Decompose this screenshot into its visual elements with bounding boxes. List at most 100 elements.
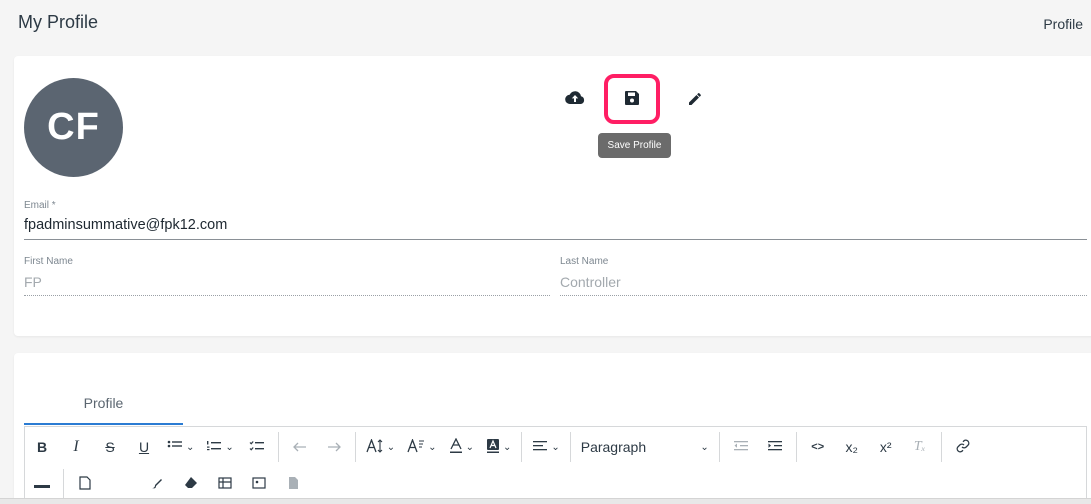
avatar-initials: CF — [47, 106, 100, 148]
undo-button[interactable] — [285, 433, 315, 461]
chevron-down-icon: ⌄ — [428, 441, 437, 453]
italic-icon: I — [73, 438, 79, 455]
window-bottom-bar — [0, 498, 1091, 504]
checklist-icon — [249, 439, 265, 455]
font-color-icon — [449, 437, 463, 457]
cloud-upload-icon — [565, 90, 585, 109]
horizontal-line-button[interactable] — [27, 470, 57, 498]
toolbar-row: B I S U ⌄ ⌄ ⌄ ⌄ ⌄ ⌄ ⌄ Paragraph ⌄ <> x₂ … — [25, 427, 1086, 467]
toolbar-divider — [354, 432, 356, 462]
draw-button[interactable] — [142, 470, 172, 498]
outdent-icon — [733, 439, 749, 455]
eraser-icon — [184, 476, 198, 493]
last-name-field[interactable]: Controller — [560, 274, 621, 290]
toolbar-row-2 — [25, 469, 1086, 499]
strikethrough-button[interactable]: S — [95, 433, 125, 461]
bullet-list-button[interactable]: ⌄ — [163, 433, 198, 461]
profile-card: CF Save Profile Email * fpadminsummative… — [14, 56, 1091, 336]
bullet-list-icon — [167, 439, 183, 455]
background-color-button[interactable]: ⌄ — [482, 433, 515, 461]
superscript-icon: x² — [879, 439, 892, 455]
clear-formatting-button[interactable]: Tₓ — [905, 433, 935, 461]
block-format-select[interactable]: Paragraph ⌄ — [575, 433, 715, 461]
floppy-disk-icon — [624, 90, 640, 109]
checklist-button[interactable] — [242, 433, 272, 461]
pencil-icon — [687, 91, 703, 110]
font-color-button[interactable]: ⌄ — [445, 433, 478, 461]
bold-button[interactable]: B — [27, 433, 57, 461]
upload-photo-button[interactable] — [564, 88, 586, 110]
toolbar-divider — [940, 432, 942, 462]
font-size-icon — [366, 437, 384, 456]
save-profile-tooltip: Save Profile — [598, 133, 671, 158]
email-underline — [24, 239, 1087, 240]
edit-profile-button[interactable] — [685, 90, 705, 110]
save-profile-button[interactable] — [604, 74, 660, 124]
italic-button[interactable]: I — [61, 433, 91, 461]
numbered-list-button[interactable]: ⌄ — [202, 433, 237, 461]
underline-button[interactable]: U — [129, 433, 159, 461]
underline-icon: U — [138, 439, 150, 455]
chevron-down-icon: ⌄ — [700, 441, 709, 453]
superscript-button[interactable]: x² — [871, 433, 901, 461]
image-icon — [252, 476, 266, 493]
email-label: Email * — [24, 200, 56, 211]
table-icon — [218, 476, 232, 493]
attachment-icon — [286, 476, 300, 493]
last-name-underline — [560, 295, 1087, 296]
toolbar-divider — [277, 432, 279, 462]
image-button[interactable] — [244, 470, 274, 498]
file-button[interactable] — [70, 470, 100, 498]
subscript-button[interactable]: x₂ — [837, 433, 867, 461]
page-title: My Profile — [18, 12, 99, 32]
toolbar-divider — [718, 432, 720, 462]
tab-profile[interactable]: Profile — [24, 383, 183, 425]
toolbar-divider — [521, 432, 523, 462]
link-icon — [956, 439, 970, 456]
outdent-button[interactable] — [726, 433, 756, 461]
bold-icon: B — [36, 439, 48, 455]
font-family-icon — [407, 437, 425, 456]
eraser-button[interactable] — [176, 470, 206, 498]
toolbar-divider — [795, 432, 797, 462]
chevron-down-icon: ⌄ — [186, 441, 195, 453]
subscript-icon: x₂ — [845, 439, 858, 455]
font-family-button[interactable]: ⌄ — [403, 433, 440, 461]
attachment-button[interactable] — [278, 470, 308, 498]
first-name-underline — [24, 295, 550, 296]
indent-icon — [767, 439, 783, 455]
breadcrumb[interactable]: Profile — [1043, 16, 1083, 32]
chevron-down-icon: ⌄ — [386, 441, 396, 453]
strikethrough-icon: S — [105, 439, 115, 455]
background-color-icon — [486, 438, 500, 457]
chevron-down-icon: ⌄ — [465, 441, 474, 453]
email-field[interactable]: fpadminsummative@fpk12.com — [24, 217, 227, 233]
first-name-field[interactable]: FP — [24, 274, 42, 290]
chevron-down-icon: ⌄ — [551, 441, 560, 453]
indent-button[interactable] — [760, 433, 790, 461]
last-name-label: Last Name — [560, 256, 609, 267]
avatar: CF — [24, 78, 123, 177]
chevron-down-icon: ⌄ — [225, 441, 234, 453]
redo-button[interactable] — [319, 433, 349, 461]
horizontal-line-icon — [34, 476, 50, 492]
font-size-button[interactable]: ⌄ — [362, 433, 399, 461]
block-format-value: Paragraph — [580, 439, 647, 455]
clear-formatting-icon: Tₓ — [913, 439, 926, 454]
toolbar-divider — [63, 469, 64, 499]
first-name-label: First Name — [24, 256, 73, 267]
chevron-down-icon: ⌄ — [502, 441, 512, 453]
editor-card: Profile B I S U ⌄ ⌄ ⌄ ⌄ ⌄ ⌄ ⌄ Paragraph … — [14, 353, 1091, 504]
file-icon — [78, 475, 92, 493]
numbered-list-icon — [206, 439, 222, 455]
page-header: My Profile Profile — [0, 0, 1091, 48]
link-button[interactable] — [948, 433, 978, 461]
code-icon: <> — [811, 441, 825, 453]
align-left-icon — [532, 439, 548, 455]
toolbar-divider — [569, 432, 571, 462]
brush-icon — [150, 476, 164, 493]
table-button[interactable] — [210, 470, 240, 498]
code-button[interactable]: <> — [803, 433, 833, 461]
alignment-button[interactable]: ⌄ — [528, 433, 563, 461]
undo-icon — [292, 439, 307, 455]
